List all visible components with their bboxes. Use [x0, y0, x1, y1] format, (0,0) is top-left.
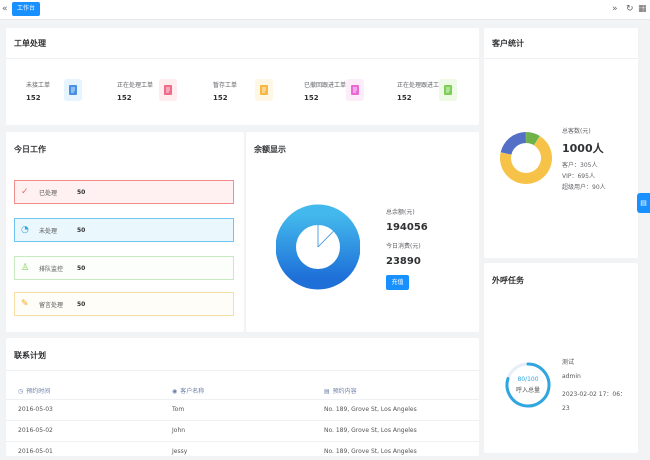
- customer-stats-card: 客户统计 总客数(元) 1000人 客户：305人 VIP：695人 超级用户：…: [484, 28, 638, 258]
- table-header-label: 预约内容: [332, 388, 357, 395]
- outbound-ring-value: 80/100: [517, 376, 539, 383]
- document-icon: [346, 79, 364, 101]
- tab-workbench[interactable]: 工作台: [12, 2, 41, 16]
- customer-donut-segment: [500, 132, 526, 155]
- today-work-row[interactable]: ◔ 未处理 50: [14, 218, 234, 242]
- today-work-value: 50: [77, 226, 86, 234]
- outbound-ring-label: 呼入总量: [515, 387, 540, 394]
- today-work-row[interactable]: ✎ 留言处理 50: [14, 292, 234, 316]
- document-icon: ▤: [324, 388, 330, 395]
- balance-total-label: 总余额(元): [386, 209, 415, 216]
- work-order-value: 152: [397, 94, 412, 102]
- table-cell: No. 189, Grove St, Los Angeles: [324, 427, 417, 434]
- contact-plan-card: 联系计划 ◷ 预约时间 ◉ 客户名称 ▤ 预约内容 2016-05-03 Tom No. 189…: [6, 338, 479, 456]
- table-header-label: 客户名称: [180, 388, 205, 395]
- balance-total-value: 194056: [386, 222, 428, 233]
- today-work-label: 留言处理: [39, 301, 64, 309]
- divider: [484, 58, 638, 59]
- balance-donut-chart: [276, 204, 360, 290]
- document-icon: [439, 79, 457, 101]
- outbound-tasks-card: 外呼任务 80/100 呼入总量 测试 admin 2023-02-02 17：…: [484, 263, 638, 453]
- work-order-label: 正在处理跟进工单: [397, 82, 446, 89]
- work-order-value: 152: [26, 94, 41, 102]
- today-work-label: 已处理: [39, 189, 58, 197]
- work-order-value: 152: [304, 94, 319, 102]
- today-work-row[interactable]: ✓ 已处理 50: [14, 180, 234, 204]
- divider: [6, 370, 479, 371]
- refresh-icon[interactable]: ↻: [626, 3, 634, 15]
- collapse-left-icon[interactable]: «: [2, 3, 8, 15]
- divider: [6, 58, 479, 59]
- work-order-label: 正在处理工单: [117, 82, 154, 89]
- recharge-button[interactable]: 充值: [386, 275, 409, 290]
- work-order-value: 152: [213, 94, 228, 102]
- today-work-value: 50: [77, 188, 86, 196]
- task-datetime-cont: 23: [562, 405, 570, 412]
- customer-total-value: 1000人: [562, 142, 604, 155]
- work-order-label: 暂存工单: [213, 82, 238, 89]
- work-order-item[interactable]: 正在处理工单 152: [117, 76, 205, 106]
- today-work-label: 未处理: [39, 227, 58, 235]
- table-cell: John: [172, 427, 186, 434]
- work-order-card: 工单处理 未接工单 152 正在处理工单 152 暂存工单 152 已撤回跟进工单 152 正在…: [6, 28, 479, 125]
- today-work-card: 今日工作 ✓ 已处理 50 ◔ 未处理 50 ♙ 排队监控 50 ✎ 留言处理 50: [6, 132, 244, 332]
- balance-title: 余额显示: [254, 145, 286, 154]
- table-cell: Tom: [172, 406, 185, 413]
- expand-right-icon[interactable]: »: [612, 3, 618, 15]
- table-header: ◉ 客户名称: [172, 386, 204, 395]
- table-cell: 2016-05-01: [18, 448, 53, 455]
- today-work-value: 50: [77, 264, 86, 272]
- today-work-value: 50: [77, 300, 86, 308]
- customer-stats-title: 客户统计: [492, 39, 524, 48]
- today-work-title: 今日工作: [14, 145, 46, 154]
- table-header: ◷ 预约时间: [18, 386, 50, 395]
- today-work-row[interactable]: ♙ 排队监控 50: [14, 256, 234, 280]
- status-icon: ♙: [21, 263, 30, 273]
- work-order-item[interactable]: 已撤回跟进工单 152: [304, 76, 392, 106]
- customer-total-label: 总客数(元): [562, 128, 591, 135]
- document-icon: [64, 79, 82, 101]
- status-icon: ✓: [21, 187, 29, 197]
- task-name: 测试: [562, 359, 575, 366]
- table-cell: No. 189, Grove St, Los Angeles: [324, 406, 417, 413]
- task-owner: admin: [562, 373, 581, 380]
- work-order-label: 未接工单: [26, 82, 51, 89]
- vip-count: VIP：695人: [562, 173, 595, 180]
- customer-count: 客户：305人: [562, 162, 598, 169]
- top-bar: « 工作台 » ↻ ▦: [0, 0, 650, 20]
- table-cell: Jessy: [172, 448, 188, 455]
- customer-donut-chart: [500, 132, 552, 184]
- balance-card: 余额显示 总余额(元) 194056 今日消费(元) 23890 充值: [246, 132, 479, 332]
- work-order-item[interactable]: 未接工单 152: [26, 76, 114, 106]
- user-icon: ◉: [172, 388, 178, 395]
- task-datetime: 2023-02-02 17：06：: [562, 391, 627, 398]
- table-header-label: 预约时间: [26, 388, 51, 395]
- work-order-value: 152: [117, 94, 132, 102]
- table-cell: 2016-05-02: [18, 427, 53, 434]
- status-icon: ✎: [21, 299, 29, 309]
- clock-icon: ◷: [18, 388, 24, 395]
- document-icon: [159, 79, 177, 101]
- today-consumption-label: 今日消费(元): [386, 243, 421, 250]
- work-order-label: 已撤回跟进工单: [304, 82, 347, 89]
- row-divider: [6, 420, 479, 421]
- super-user-count: 超级用户：90人: [562, 184, 606, 191]
- status-icon: ◔: [21, 225, 29, 235]
- side-float-tool-icon[interactable]: ▤: [637, 193, 650, 213]
- work-order-title: 工单处理: [14, 39, 46, 48]
- row-divider: [6, 441, 479, 442]
- contact-plan-title: 联系计划: [14, 351, 46, 360]
- table-header: ▤ 预约内容: [324, 386, 357, 395]
- work-order-item[interactable]: 暂存工单 152: [213, 76, 301, 106]
- today-work-label: 排队监控: [39, 265, 64, 273]
- document-icon: [255, 79, 273, 101]
- table-cell: No. 189, Grove St, Los Angeles: [324, 448, 417, 455]
- grid-menu-icon[interactable]: ▦: [638, 3, 647, 15]
- today-consumption-value: 23890: [386, 256, 421, 267]
- row-divider: [6, 399, 479, 400]
- table-cell: 2016-05-03: [18, 406, 53, 413]
- work-order-item[interactable]: 正在处理跟进工单 152: [397, 76, 485, 106]
- outbound-tasks-title: 外呼任务: [492, 276, 524, 285]
